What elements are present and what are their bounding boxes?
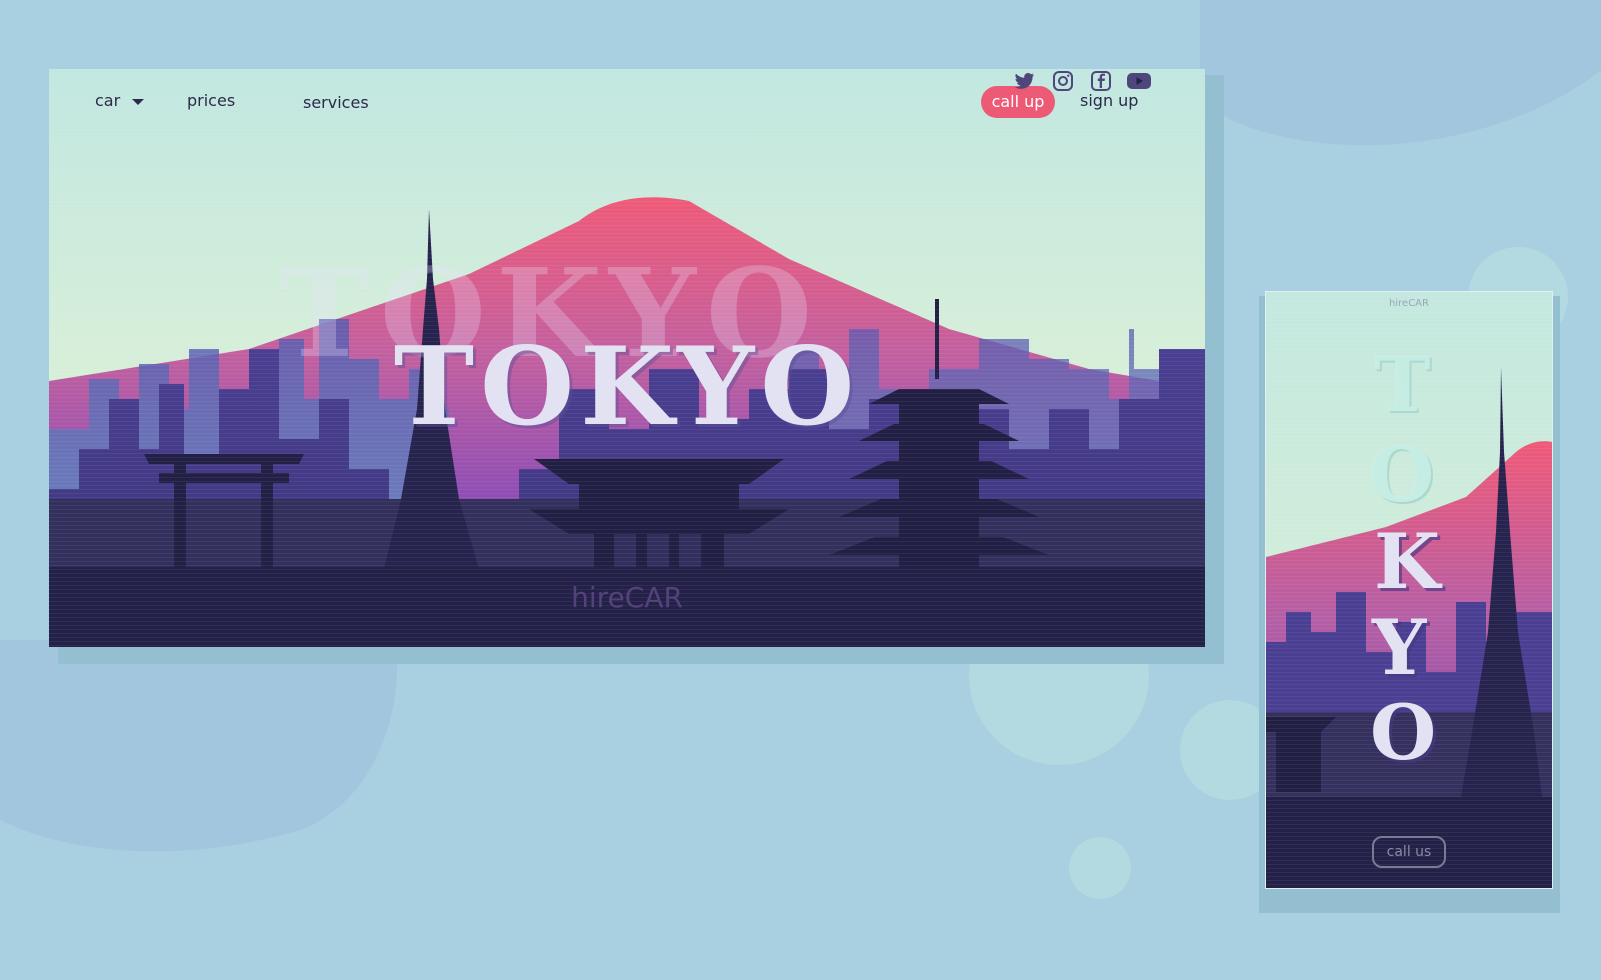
call-us-button[interactable]: call us bbox=[1372, 836, 1446, 868]
mobile-title-letter: T bbox=[1374, 340, 1431, 429]
sign-up-link[interactable]: sign up bbox=[1080, 91, 1138, 110]
mobile-title-letter: K bbox=[1374, 517, 1441, 606]
nav-services-link[interactable]: services bbox=[303, 93, 369, 112]
mobile-title-letter: O bbox=[1368, 430, 1435, 519]
brand-logo: hireCAR bbox=[571, 581, 683, 614]
twitter-icon[interactable] bbox=[1012, 69, 1036, 93]
desktop-landing: TOKYO TOKYO car prices services call up … bbox=[49, 69, 1205, 647]
mobile-brand: hireCAR bbox=[1389, 298, 1429, 309]
mobile-landing: hireCAR T O K Y O call us bbox=[1265, 291, 1553, 889]
nav-car-label: car bbox=[95, 91, 121, 110]
facebook-icon[interactable] bbox=[1089, 69, 1113, 93]
youtube-icon[interactable] bbox=[1126, 69, 1152, 93]
nav-prices-link[interactable]: prices bbox=[187, 91, 235, 110]
mobile-title-letter: Y bbox=[1372, 603, 1427, 692]
mobile-title-letter: O bbox=[1370, 688, 1437, 777]
instagram-icon[interactable] bbox=[1051, 69, 1075, 93]
hero-title: TOKYO bbox=[393, 324, 861, 450]
nav-car-dropdown[interactable]: car bbox=[95, 91, 145, 110]
chevron-down-icon bbox=[132, 98, 145, 105]
